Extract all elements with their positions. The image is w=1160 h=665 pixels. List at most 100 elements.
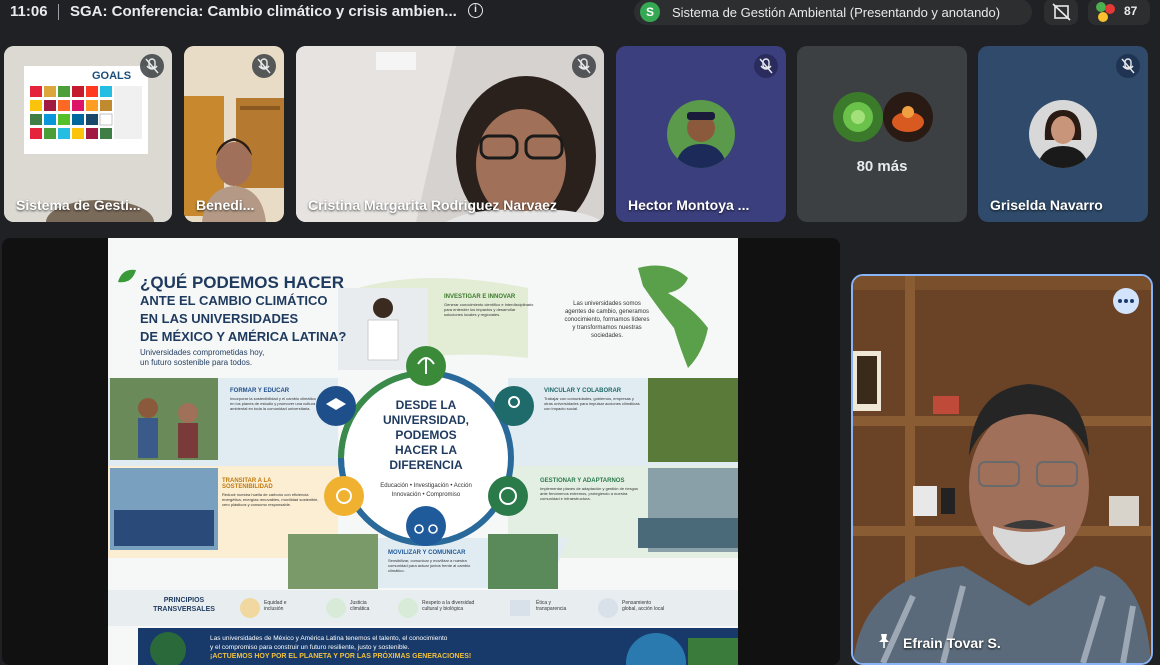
- presenter-avatar: S: [640, 2, 660, 22]
- presentation-slide: ¿QUÉ PODEMOS HACER ANTE EL CAMBIO CLIMÁT…: [108, 238, 738, 665]
- more-participants-tile[interactable]: 80 más: [797, 46, 967, 222]
- center-line: DESDE LA: [395, 398, 457, 412]
- avatar: [883, 92, 933, 142]
- more-participants-label: 80 más: [856, 158, 908, 175]
- principles-label-line: TRANSVERSALES: [153, 606, 215, 613]
- slide-title: ¿QUÉ PODEMOS HACER ANTE EL CAMBIO CLIMÁT…: [140, 274, 346, 346]
- footer-line: Las universidades de México y América La…: [210, 635, 448, 642]
- section-title: VINCULAR Y COLABORAR: [544, 388, 622, 394]
- presentation-stage[interactable]: ¿QUÉ PODEMOS HACER ANTE EL CAMBIO CLIMÁT…: [2, 238, 840, 665]
- section-title: INVESTIGAR E INNOVAR: [444, 294, 516, 300]
- title-line: ¿QUÉ PODEMOS HACER: [140, 273, 345, 292]
- principles-label: PRINCIPIOS TRANSVERSALES: [144, 596, 224, 614]
- participants-avatars-icon: [1096, 2, 1115, 22]
- principle-line: inclusión: [264, 606, 284, 612]
- section-text: Reducir nuestra huella de carbono con ef…: [222, 492, 319, 507]
- camera-off-icon: [1052, 3, 1071, 21]
- participant-name: Sistema de Gesti...: [16, 197, 141, 213]
- principle-line: cultural y biológica: [422, 606, 464, 612]
- principle-line: global, acción local: [622, 606, 665, 612]
- mic-off-icon: [1121, 58, 1135, 74]
- mic-off-icon: [759, 58, 773, 74]
- no-camera-button[interactable]: [1044, 0, 1078, 25]
- top-bar: 11:06 SGA: Conferencia: Cambio climático…: [0, 0, 1160, 26]
- mic-off-icon: [257, 58, 271, 74]
- principle-item: Equidad e inclusión: [264, 600, 287, 612]
- principle-item: Justicia climática: [350, 600, 369, 612]
- section-text: Trabajar con comunidades, gobiernos, emp…: [544, 396, 640, 411]
- participants-count: 87: [1124, 4, 1138, 18]
- participant-tile[interactable]: GOALS Sistema de Gesti...: [4, 46, 172, 222]
- intro-line: sociedades.: [590, 333, 624, 339]
- intro-line: Las universidades somos: [573, 301, 641, 307]
- pin-icon: [879, 634, 889, 648]
- participant-tile[interactable]: Benedi...: [184, 46, 284, 222]
- section-text: Generar conocimiento científico e interd…: [444, 302, 534, 317]
- section-gestionar: GESTIONAR Y ADAPTARNOS Implementar plane…: [540, 478, 642, 501]
- more-options-icon: [1118, 299, 1134, 303]
- footer-line: y el compromiso para construir un futuro…: [210, 644, 410, 651]
- mic-off-icon: [577, 58, 591, 74]
- subtitle-line: Universidades comprometidas hoy,: [140, 348, 265, 357]
- speaker-name: Efrain Tovar S.: [903, 635, 1001, 651]
- section-vincular: VINCULAR Y COLABORAR Trabajar con comuni…: [544, 388, 642, 411]
- divider: [58, 4, 59, 20]
- participant-video: [296, 46, 604, 222]
- speaker-video: [853, 276, 1151, 663]
- title-line: DE MÉXICO Y AMÉRICA LATINA?: [140, 329, 347, 344]
- participant-tile[interactable]: Cristina Margarita Rodriguez Narvaez: [296, 46, 604, 222]
- center-line: HACER LA: [395, 443, 457, 457]
- center-sub: Innovación • Compromiso: [391, 492, 461, 498]
- subtitle-line: un futuro sostenible para todos.: [140, 358, 253, 367]
- mic-off-indicator: [754, 54, 778, 78]
- participant-name: Hector Montoya ...: [628, 197, 750, 213]
- principle-line: climática: [350, 606, 370, 612]
- slide-footer: Las universidades de México y América La…: [210, 634, 630, 661]
- participant-tile[interactable]: Griselda Navarro: [978, 46, 1148, 222]
- mic-off-indicator: [572, 54, 596, 78]
- title-line: ANTE EL CAMBIO CLIMÁTICO: [140, 293, 328, 308]
- meet-window: 11:06 SGA: Conferencia: Cambio climático…: [0, 0, 1160, 665]
- principle-item: Ética y transparencia: [536, 600, 566, 612]
- center-line: PODEMOS: [395, 428, 457, 442]
- center-line: DIFERENCIA: [389, 458, 463, 472]
- slide-center-heading: DESDE LA UNIVERSIDAD, PODEMOS HACER LA D…: [366, 398, 486, 473]
- section-text: Sensibilizar, comunicar y movilizar a nu…: [388, 558, 471, 573]
- participant-name: Griselda Navarro: [990, 197, 1103, 213]
- speaker-tile[interactable]: Efrain Tovar S.: [851, 274, 1153, 665]
- section-text: Incorporar la sostenibilidad y el cambio…: [230, 396, 316, 411]
- principle-line: transparencia: [536, 606, 567, 612]
- intro-line: agentes de cambio, generamos: [564, 309, 650, 315]
- intro-line: conocimiento, formamos líderes: [564, 317, 650, 323]
- section-formar: FORMAR Y EDUCAR Incorporar la sostenibil…: [230, 388, 316, 411]
- participant-tile[interactable]: Hector Montoya ...: [616, 46, 786, 222]
- title-line: EN LAS UNIVERSIDADES: [140, 311, 299, 326]
- presenter-chip[interactable]: S Sistema de Gestión Ambiental (Presenta…: [634, 0, 1032, 25]
- mic-off-indicator: [252, 54, 276, 78]
- section-title: MOVILIZAR Y COMUNICAR: [388, 550, 466, 556]
- slide-center-subtext: Educación • Investigación • Acción Innov…: [354, 482, 498, 500]
- avatar: [667, 100, 735, 168]
- slide-subtitle: Universidades comprometidas hoy, un futu…: [140, 348, 264, 368]
- more-options-button[interactable]: [1113, 288, 1139, 314]
- mic-off-icon: [145, 58, 159, 74]
- mic-off-indicator: [1116, 54, 1140, 78]
- mic-off-indicator: [140, 54, 164, 78]
- meeting-title: SGA: Conferencia: Cambio climático y cri…: [70, 3, 457, 20]
- avatar: [833, 92, 883, 142]
- principle-item: Pensamiento global, acción local: [622, 600, 664, 612]
- participants-button[interactable]: 87: [1088, 0, 1150, 25]
- presenter-status: Sistema de Gestión Ambiental (Presentand…: [672, 4, 1001, 20]
- participant-name: Cristina Margarita Rodriguez Narvaez: [308, 197, 557, 213]
- slide-intro-text: Las universidades somos agentes de cambi…: [552, 300, 662, 340]
- section-movilizar: MOVILIZAR Y COMUNICAR Sensibilizar, comu…: [388, 550, 482, 573]
- footer-cta: ¡ACTUEMOS HOY POR EL PLANETA Y POR LAS P…: [210, 653, 472, 660]
- info-icon[interactable]: i: [468, 3, 483, 18]
- participant-name: Benedi...: [196, 197, 255, 213]
- section-investigar: INVESTIGAR E INNOVAR Generar conocimient…: [444, 294, 534, 317]
- center-line: UNIVERSIDAD,: [382, 413, 469, 427]
- section-transitar: TRANSITAR A LA SOSTENIBILIDAD Reducir nu…: [222, 478, 320, 507]
- intro-line: y transformamos nuestras: [572, 325, 642, 331]
- avatar: [1029, 100, 1097, 168]
- section-title: GESTIONAR Y ADAPTARNOS: [540, 478, 625, 484]
